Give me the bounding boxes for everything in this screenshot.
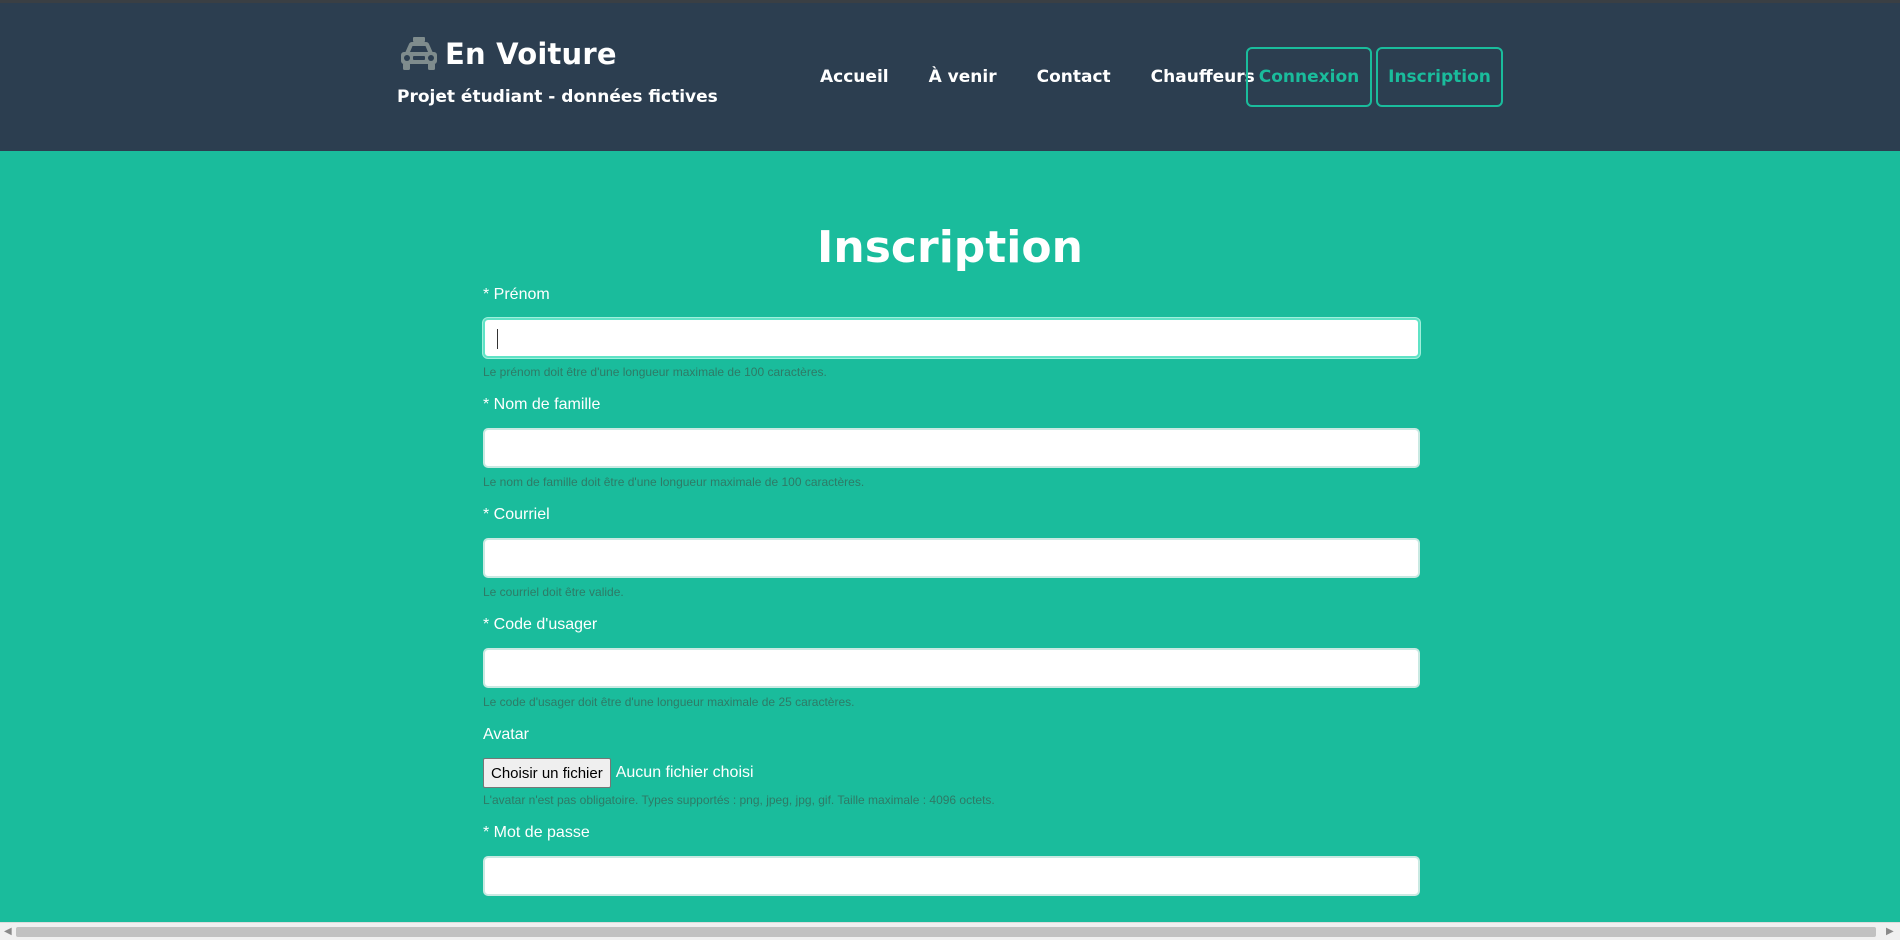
field-nom: * Nom de famille Le nom de famille doit …: [483, 396, 1420, 506]
field-courriel: * Courriel Le courriel doit être valide.: [483, 506, 1420, 616]
avatar-help: L'avatar n'est pas obligatoire. Types su…: [483, 793, 995, 807]
choose-file-button[interactable]: Choisir un fichier: [483, 758, 611, 788]
field-avatar: Avatar Choisir un fichier Aucun fichier …: [483, 726, 1420, 824]
code-usager-input[interactable]: [483, 648, 1420, 688]
prenom-label: * Prénom: [483, 286, 550, 303]
field-prenom: * Prénom Le prénom doit être d'une longu…: [483, 286, 1420, 396]
site-header: En Voiture Projet étudiant - données fic…: [0, 3, 1900, 151]
scroll-right-icon[interactable]: ▶: [1886, 926, 1894, 937]
text-caret: [497, 329, 498, 349]
brand-subtitle: Projet étudiant - données fictives: [397, 87, 718, 107]
nav-link-chauffeurs[interactable]: Chauffeurs: [1151, 67, 1255, 87]
field-password: * Mot de passe: [483, 824, 1420, 896]
nom-help: Le nom de famille doit être d'une longue…: [483, 475, 865, 489]
prenom-help: Le prénom doit être d'une longueur maxim…: [483, 365, 827, 379]
brand: En Voiture Projet étudiant - données fic…: [397, 35, 718, 107]
password-input[interactable]: [483, 856, 1420, 896]
courriel-label: * Courriel: [483, 506, 550, 523]
taxi-icon: [397, 35, 441, 73]
nom-input[interactable]: [483, 428, 1420, 468]
signup-form: * Prénom Le prénom doit être d'une longu…: [483, 286, 1420, 896]
courriel-help: Le courriel doit être valide.: [483, 585, 624, 599]
nav-link-a-venir[interactable]: À venir: [929, 67, 997, 87]
file-status: Aucun fichier choisi: [615, 764, 754, 781]
page-title: Inscription: [817, 222, 1083, 273]
login-button[interactable]: Connexion: [1246, 47, 1372, 107]
main-nav: Accueil À venir Contact Chauffeurs: [800, 47, 1275, 107]
nom-label: * Nom de famille: [483, 396, 601, 413]
code-usager-label: * Code d'usager: [483, 616, 598, 633]
brand-title[interactable]: En Voiture: [445, 37, 617, 71]
signup-button[interactable]: Inscription: [1376, 47, 1503, 107]
horizontal-scrollbar[interactable]: ◀ ▶: [0, 922, 1900, 940]
scroll-thumb[interactable]: [16, 927, 1876, 937]
scroll-left-icon[interactable]: ◀: [4, 926, 12, 937]
password-label: * Mot de passe: [483, 824, 590, 841]
nav-link-contact[interactable]: Contact: [1037, 67, 1111, 87]
courriel-input[interactable]: [483, 538, 1420, 578]
field-code-usager: * Code d'usager Le code d'usager doit êt…: [483, 616, 1420, 726]
nav-link-accueil[interactable]: Accueil: [820, 67, 889, 87]
avatar-file-input: Choisir un fichier Aucun fichier choisi: [483, 758, 1420, 788]
prenom-input[interactable]: [483, 318, 1420, 358]
avatar-label: Avatar: [483, 726, 529, 743]
code-usager-help: Le code d'usager doit être d'une longueu…: [483, 695, 855, 709]
